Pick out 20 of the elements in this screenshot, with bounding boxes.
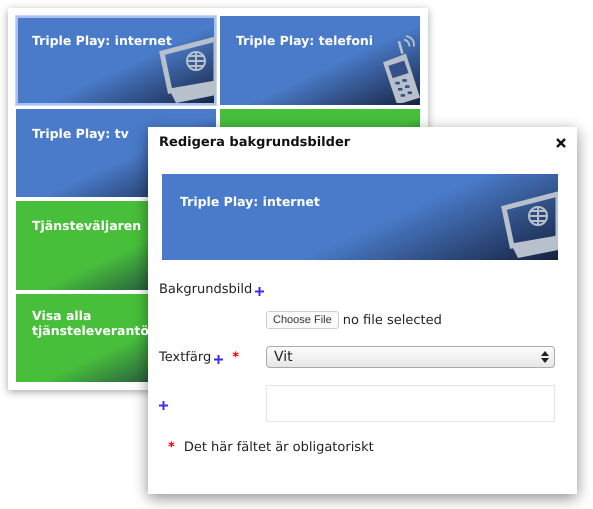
- tile-label: Triple Play: telefoni: [236, 33, 374, 49]
- required-mark: *: [168, 440, 175, 455]
- tile-label: Visa alla tjänsteleverantö: [32, 308, 150, 339]
- input-field[interactable]: [266, 385, 555, 422]
- tile[interactable]: Triple Play: telefoni: [220, 16, 420, 104]
- choose-file-button[interactable]: Choose File: [266, 311, 339, 329]
- plus-icon[interactable]: [214, 354, 224, 364]
- field-label: Textfärg: [159, 350, 212, 364]
- close-icon[interactable]: [556, 138, 566, 148]
- file-status: no file selected: [342, 312, 442, 328]
- required-mark: *: [232, 350, 240, 364]
- tile[interactable]: Triple Play: internet: [16, 16, 216, 104]
- required-note: Det här fältet är obligatoriskt: [184, 440, 374, 455]
- tile-label: Triple Play: internet: [32, 33, 172, 49]
- plus-icon[interactable]: [255, 287, 264, 296]
- up-down-arrows-icon: [541, 351, 549, 363]
- tile-label: Triple Play: tv: [32, 126, 129, 142]
- tile-label: Tjänsteväljaren: [32, 218, 142, 234]
- plus-icon[interactable]: [159, 401, 168, 410]
- text-color-select[interactable]: Vit: [266, 346, 555, 368]
